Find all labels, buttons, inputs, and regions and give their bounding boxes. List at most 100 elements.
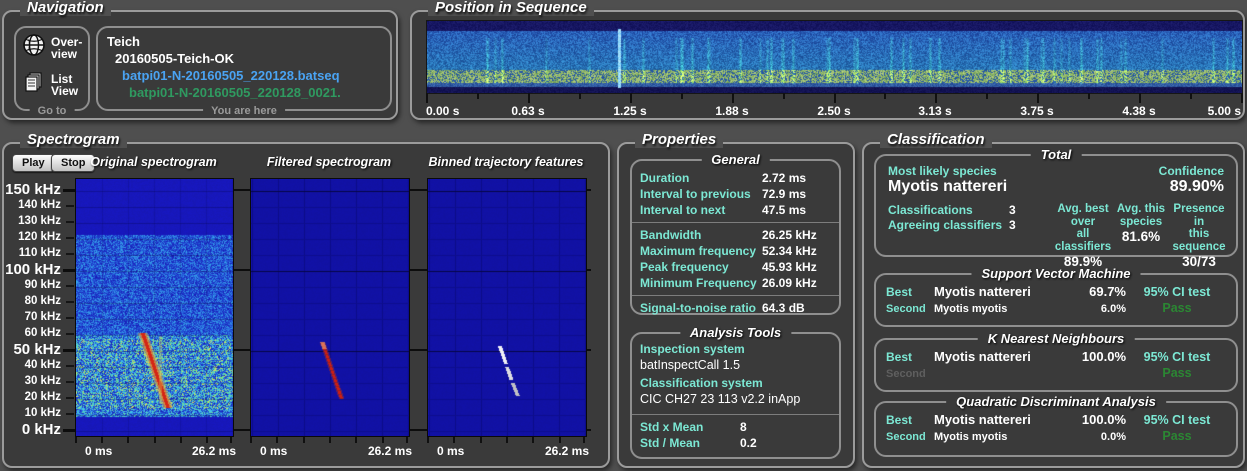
sequence-time-tick xyxy=(1139,93,1141,103)
time-tick xyxy=(406,436,408,443)
svm-box: Support Vector Machine Best Myotis natte… xyxy=(874,266,1238,327)
time-tick xyxy=(583,436,585,443)
frequency-tick xyxy=(66,237,74,239)
navigation-panel: Navigation Over- view List View Go to Te… xyxy=(2,0,398,120)
list-view-label: List View xyxy=(51,71,79,98)
ci-test-label: 95% CI test xyxy=(1143,285,1211,299)
best-species: Myotis nattereri xyxy=(934,412,1031,427)
property-row: Minimum Frequency 26.09 kHz xyxy=(640,276,817,290)
breadcrumb-current-call: batpi01-N-20160505_220128_0021. xyxy=(129,85,341,100)
ci-test-label: 95% CI test xyxy=(1143,413,1211,427)
ci-test-result: Pass xyxy=(1162,429,1192,443)
sequence-time-tick xyxy=(783,93,785,99)
navigation-title: Navigation xyxy=(20,0,111,16)
property-row: Duration 2.72 ms xyxy=(640,171,807,185)
play-button[interactable]: Play xyxy=(12,154,55,172)
agreeing-classifiers-row: Agreeing classifiers 3 xyxy=(888,218,1016,232)
sequence-time-tick xyxy=(935,93,937,103)
frequency-tick-label: 100 kHz xyxy=(5,261,61,278)
time-tick xyxy=(75,436,77,443)
sequence-time-tick xyxy=(986,93,988,99)
frequency-tick-label: 70 kHz xyxy=(24,311,61,323)
total-legend: Total xyxy=(1030,147,1082,162)
breadcrumb-sequence-link[interactable]: batpi01-N-20160505_220128.batseq xyxy=(98,67,390,84)
best-percent: 69.7% xyxy=(1089,284,1126,299)
sequence-time-tick xyxy=(1037,93,1039,103)
sequence-time-label: 0.00 s xyxy=(426,104,460,118)
frequency-tick xyxy=(63,189,75,192)
analysis-tools-box: Analysis Tools Inspection system batInsp… xyxy=(630,325,841,459)
sequence-time-tick xyxy=(884,93,886,99)
time-tick xyxy=(303,436,305,443)
best-label: Best xyxy=(886,285,913,299)
sequence-time-tick xyxy=(834,93,836,103)
second-label: Second xyxy=(886,368,926,380)
frequency-tick xyxy=(66,205,74,207)
time-tick xyxy=(127,436,129,443)
divider xyxy=(632,295,839,296)
second-label: Second xyxy=(886,303,926,315)
frequency-tick-label: 40 kHz xyxy=(24,359,61,371)
location-box: Teich 20160505-Teich-OK batpi01-N-201605… xyxy=(96,26,392,117)
position-in-sequence-panel: Position in Sequence 0.00 s 0.63 s 1.25 s 1… xyxy=(410,0,1245,120)
spectrogram-title: Spectrogram xyxy=(20,131,127,148)
time-tick xyxy=(453,436,455,443)
second-species: Myotis myotis xyxy=(934,303,1008,315)
frequency-tick-label: 20 kHz xyxy=(24,391,61,403)
time-tick xyxy=(427,436,429,443)
time-tick xyxy=(180,436,182,443)
frequency-tick xyxy=(63,349,75,352)
qda-legend: Quadratic Discriminant Analysis xyxy=(946,394,1166,409)
time-tick xyxy=(382,436,384,443)
property-row: Interval to next 47.5 ms xyxy=(640,203,807,217)
goto-legend: Go to xyxy=(29,105,75,117)
sequence-time-tick xyxy=(630,93,632,103)
frequency-tick-label: 50 kHz xyxy=(13,341,61,358)
frequency-tick xyxy=(66,301,74,303)
original-spectrogram-plot xyxy=(75,178,234,437)
time-tick xyxy=(250,436,252,443)
spectrogram-panel: Spectrogram Play Stop Original spectrogr… xyxy=(2,131,610,468)
frequency-tick xyxy=(66,221,74,223)
overview-button[interactable]: Over- view xyxy=(16,28,88,65)
filtered-spectrogram-title: Filtered spectrogram xyxy=(266,155,392,169)
classification-system-value: CIC CH27 23 113 v2.2 inApp xyxy=(640,392,801,406)
time-tick xyxy=(506,436,508,443)
time-tick xyxy=(329,436,331,443)
frequency-tick xyxy=(66,413,74,415)
frequency-tick xyxy=(63,269,75,272)
time-tick xyxy=(154,436,156,443)
most-likely-species-label: Most likely species xyxy=(888,164,997,178)
list-view-button[interactable]: List View xyxy=(16,65,88,102)
property-row: Signal-to-noise ratio 64.3 dB xyxy=(640,301,805,315)
total-box: Total Most likely species Confidence Myo… xyxy=(874,147,1238,269)
time-tick xyxy=(206,436,208,443)
best-species: Myotis nattereri xyxy=(934,284,1031,299)
properties-title: Properties xyxy=(635,131,724,148)
sequence-time-tick xyxy=(1088,93,1090,99)
frequency-tick xyxy=(66,365,74,367)
analysis-tools-legend: Analysis Tools xyxy=(679,325,792,340)
goto-box: Over- view List View Go to xyxy=(14,26,90,117)
sequence-time-tick xyxy=(528,93,530,103)
breadcrumb-session[interactable]: 20160505-Teich-OK xyxy=(98,50,390,67)
most-likely-species-value: Myotis nattereri xyxy=(888,178,1008,195)
classification-system-label: Classification system xyxy=(640,376,763,390)
second-percent: 6.0% xyxy=(1100,303,1126,315)
second-percent: 0.0% xyxy=(1100,431,1126,443)
breadcrumb-site[interactable]: Teich xyxy=(98,33,390,50)
document-stack-icon xyxy=(22,70,46,99)
properties-panel: Properties General Duration 2.72 ms Inter… xyxy=(617,131,855,468)
sequence-time-label: 2.50 s xyxy=(817,104,851,118)
frequency-tick-label: 120 kHz xyxy=(18,231,61,243)
best-percent: 100.0% xyxy=(1081,412,1126,427)
sequence-spectrogram-strip[interactable] xyxy=(426,20,1243,94)
svm-legend: Support Vector Machine xyxy=(971,266,1141,281)
you-are-here-legend: You are here xyxy=(203,105,285,117)
sequence-time-label: 1.88 s xyxy=(715,104,749,118)
second-label: Second xyxy=(886,431,926,443)
property-row: Maximum frequency 52.34 kHz xyxy=(640,244,817,258)
time-tick xyxy=(532,436,534,443)
classification-panel: Classification Total Most likely species… xyxy=(862,131,1245,468)
x-start-label-1: 0 ms xyxy=(85,444,113,458)
